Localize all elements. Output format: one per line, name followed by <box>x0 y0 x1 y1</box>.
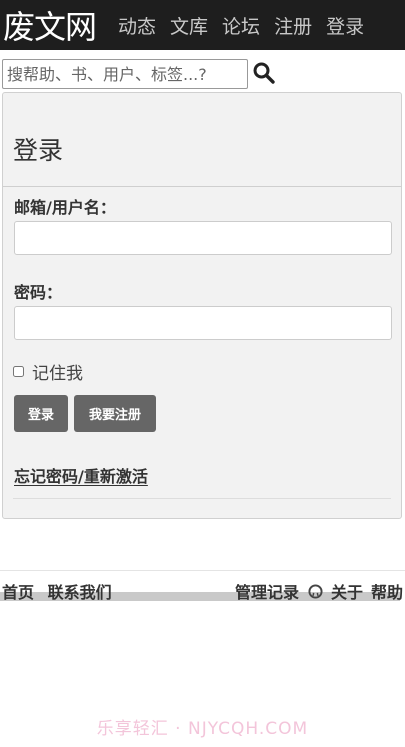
divider <box>3 186 401 187</box>
password-field[interactable] <box>14 306 392 340</box>
footer-help-link[interactable]: 帮助 <box>371 579 403 603</box>
remember-checkbox[interactable] <box>13 366 24 377</box>
site-logo[interactable]: 废文网 <box>3 2 97 48</box>
forgot-password-link[interactable]: 忘记密码/重新激活 <box>14 463 148 487</box>
search-bar <box>0 57 405 93</box>
remember-label: 记住我 <box>32 364 83 384</box>
footer-home-link[interactable]: 首页 <box>2 583 34 602</box>
search-input[interactable] <box>2 59 248 89</box>
footer-manage-log-link[interactable]: 管理记录 <box>235 579 299 603</box>
footer-about-link[interactable]: 关于 <box>331 579 363 603</box>
login-button[interactable]: 登录 <box>14 395 68 432</box>
username-label: 邮箱/用户名： <box>14 198 116 217</box>
footer-left-links: 首页 联系我们 <box>2 579 120 603</box>
search-icon <box>253 62 275 84</box>
nav-item-dynamics[interactable]: 动态 <box>118 12 156 39</box>
username-field[interactable] <box>14 221 392 255</box>
nav-item-login[interactable]: 登录 <box>326 12 364 39</box>
login-panel: 登录 邮箱/用户名： 密码： 记住我 登录 我要注册 忘记密码/重新激活 <box>2 92 402 519</box>
github-icon[interactable] <box>308 583 323 599</box>
footer-contact-link[interactable]: 联系我们 <box>48 583 112 602</box>
nav-item-register[interactable]: 注册 <box>274 12 312 39</box>
search-button[interactable] <box>252 61 278 87</box>
nav-item-forum[interactable]: 论坛 <box>222 12 260 39</box>
footer-right-links: 管理记录 关于 帮助 <box>227 579 403 603</box>
page-title: 登录 <box>13 136 64 165</box>
top-navbar: 废文网 动态 文库 论坛 注册 登录 <box>0 0 405 50</box>
nav-item-library[interactable]: 文库 <box>170 12 208 39</box>
watermark-text: 乐享轻汇 · NJYCQH.COM <box>96 719 309 739</box>
footer-divider <box>0 570 405 571</box>
main-nav: 动态 文库 论坛 注册 登录 <box>118 12 378 39</box>
remember-me[interactable]: 记住我 <box>13 359 83 384</box>
divider <box>13 498 391 499</box>
register-button[interactable]: 我要注册 <box>74 395 156 432</box>
footer: 首页 联系我们 管理记录 关于 帮助 <box>0 577 405 603</box>
password-label: 密码： <box>14 283 63 302</box>
